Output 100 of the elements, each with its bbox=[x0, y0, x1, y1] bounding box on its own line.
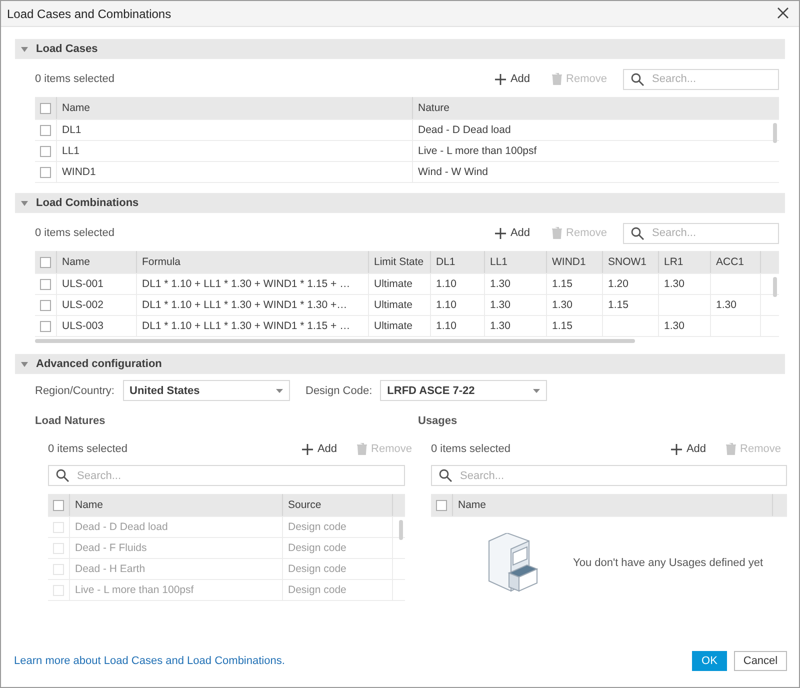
plus-icon bbox=[302, 444, 314, 454]
dropdown-caret-icon bbox=[533, 388, 540, 392]
column-header[interactable]: Name bbox=[57, 97, 413, 119]
region-dropdown[interactable]: United States bbox=[122, 380, 290, 401]
search-field[interactable]: Search... bbox=[431, 465, 787, 486]
row-checkbox[interactable] bbox=[40, 320, 51, 332]
table-cell: Design code bbox=[283, 538, 393, 558]
column-header[interactable]: Formula bbox=[137, 251, 369, 273]
search-icon bbox=[56, 469, 69, 482]
table-cell: Wind - W Wind bbox=[413, 162, 779, 182]
table-cell: LL1 bbox=[57, 141, 413, 161]
table-cell: 1.30 bbox=[547, 295, 603, 315]
section-title: Advanced configuration bbox=[36, 358, 162, 370]
column-header[interactable]: LL1 bbox=[485, 251, 547, 273]
search-field[interactable]: Search... bbox=[48, 465, 405, 486]
table-cell: 1.30 bbox=[485, 295, 547, 315]
selection-count: 0 items selected bbox=[35, 227, 116, 239]
table-cell: Dead - H Earth bbox=[70, 559, 283, 579]
table-cell: DL1 * 1.10 + LL1 * 1.30 + WIND1 * 1.15 + … bbox=[137, 316, 369, 336]
column-header[interactable]: LR1 bbox=[659, 251, 711, 273]
table-cell: DL1 * 1.10 + LL1 * 1.30 + WIND1 * 1.15 + … bbox=[137, 274, 369, 294]
help-link[interactable]: Learn more about Load Cases and Load Combinations. bbox=[14, 655, 285, 667]
table-cell: DL1 bbox=[57, 120, 413, 140]
table-cell: 1.15 bbox=[547, 316, 603, 336]
table-cell: 1.30 bbox=[711, 295, 761, 315]
table-cell: Design code bbox=[283, 517, 393, 537]
column-header[interactable]: Source bbox=[283, 494, 393, 516]
column-header[interactable]: Name bbox=[453, 494, 773, 516]
column-header[interactable]: DL1 bbox=[431, 251, 485, 273]
search-icon bbox=[631, 226, 644, 240]
column-header[interactable]: Name bbox=[70, 494, 283, 516]
collapse-caret-icon[interactable] bbox=[21, 46, 28, 52]
scrollbar[interactable] bbox=[773, 277, 777, 297]
add-button[interactable]: Add bbox=[296, 443, 344, 455]
panel-title: Usages bbox=[418, 415, 458, 429]
column-header[interactable]: Limit State bbox=[369, 251, 431, 273]
search-field[interactable]: Search... bbox=[623, 68, 779, 90]
row-checkbox[interactable] bbox=[40, 124, 51, 136]
plus-icon bbox=[495, 74, 506, 84]
row-checkbox[interactable] bbox=[40, 146, 51, 156]
select-all-checkbox[interactable] bbox=[40, 256, 51, 268]
trash-icon bbox=[357, 443, 368, 455]
table-cell: ULS-001 bbox=[57, 274, 137, 294]
plus-icon bbox=[671, 444, 682, 454]
row-checkbox[interactable] bbox=[40, 278, 51, 290]
section-title: Load Cases bbox=[36, 43, 98, 55]
selection-count: 0 items selected bbox=[35, 73, 116, 85]
scrollbar[interactable] bbox=[399, 520, 403, 540]
table-cell: ULS-003 bbox=[57, 316, 137, 336]
table-cell: 1.30 bbox=[659, 274, 711, 294]
table-cell: 1.10 bbox=[431, 295, 485, 315]
search-icon bbox=[631, 72, 644, 86]
window-title: Load Cases and Combinations bbox=[7, 6, 172, 20]
add-button[interactable]: Add bbox=[489, 73, 536, 85]
table-cell: 1.20 bbox=[603, 274, 659, 294]
table-cell: 1.15 bbox=[547, 274, 603, 294]
select-all-checkbox[interactable] bbox=[436, 500, 447, 510]
trash-icon bbox=[726, 443, 736, 455]
design-code-dropdown[interactable]: LRFD ASCE 7-22 bbox=[380, 380, 548, 401]
table-cell: ULS-002 bbox=[57, 295, 137, 315]
table-cell: Live - L more than 100psf bbox=[70, 580, 283, 600]
plus-icon bbox=[495, 228, 506, 238]
table-cell: 1.30 bbox=[485, 316, 547, 336]
select-all-checkbox[interactable] bbox=[53, 500, 64, 510]
table-cell: 1.10 bbox=[431, 274, 485, 294]
table-cell: 1.30 bbox=[485, 274, 547, 294]
collapse-caret-icon[interactable] bbox=[21, 362, 28, 366]
column-header[interactable]: Nature bbox=[413, 97, 779, 119]
table-cell: Design code bbox=[283, 580, 393, 600]
column-header[interactable]: Name bbox=[57, 251, 137, 273]
trash-icon bbox=[552, 227, 562, 239]
cancel-button[interactable]: Cancel bbox=[734, 651, 787, 671]
table-cell: Ultimate bbox=[369, 316, 431, 336]
row-checkbox[interactable] bbox=[40, 300, 51, 310]
add-button[interactable]: Add bbox=[489, 227, 536, 239]
column-header[interactable]: ACC1 bbox=[711, 251, 761, 273]
scrollbar[interactable] bbox=[773, 123, 777, 143]
search-icon bbox=[439, 469, 452, 482]
column-header[interactable]: WIND1 bbox=[547, 251, 603, 273]
dropdown-caret-icon bbox=[276, 388, 282, 392]
table-cell: 1.10 bbox=[431, 316, 485, 336]
table-cell: DL1 * 1.10 + LL1 * 1.30 + WIND1 * 1.30 +… bbox=[137, 295, 369, 315]
add-button[interactable]: Add bbox=[665, 443, 712, 455]
select-all-checkbox[interactable] bbox=[40, 102, 51, 114]
section-title: Load Combinations bbox=[36, 197, 139, 209]
section-header[interactable]: Load Combinations bbox=[15, 193, 785, 213]
selection-count: 0 items selected bbox=[431, 443, 512, 455]
table-cell: Ultimate bbox=[369, 274, 431, 294]
search-field[interactable]: Search... bbox=[623, 222, 779, 244]
row-checkbox[interactable] bbox=[40, 166, 51, 178]
panel-title: Load Natures bbox=[35, 415, 106, 429]
close-button[interactable] bbox=[777, 6, 791, 20]
section-header[interactable]: Advanced configuration bbox=[15, 354, 785, 374]
table-cell: Design code bbox=[283, 559, 393, 579]
empty-message: You don't have any Usages defined yet bbox=[573, 557, 764, 569]
section-header[interactable]: Load Cases bbox=[15, 39, 785, 59]
region-label: Region/Country: bbox=[35, 384, 114, 396]
collapse-caret-icon[interactable] bbox=[21, 200, 28, 206]
column-header[interactable]: SNOW1 bbox=[603, 251, 659, 273]
trash-icon bbox=[552, 73, 562, 85]
